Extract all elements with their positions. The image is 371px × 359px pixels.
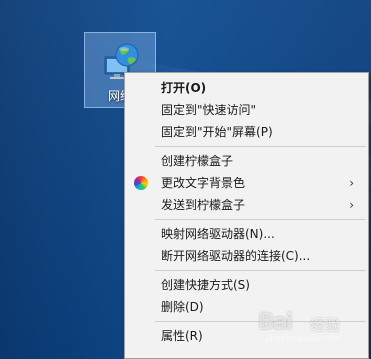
menu-item-pin-quick-access[interactable]: 固定到"快速访问" bbox=[125, 99, 368, 121]
menu-item-open[interactable]: 打开(O) bbox=[125, 77, 368, 99]
menu-item-pin-start[interactable]: 固定到"开始"屏幕(P) bbox=[125, 121, 368, 143]
menu-item-label: 更改文字背景色 bbox=[161, 176, 246, 190]
menu-item-label: 创建快捷方式(S) bbox=[161, 278, 250, 292]
menu-item-label: 固定到"开始"屏幕(P) bbox=[161, 125, 273, 139]
menu-item-map-network-drive[interactable]: 映射网络驱动器(N)... bbox=[125, 223, 368, 245]
menu-item-properties[interactable]: 属性(R) bbox=[125, 325, 368, 347]
menu-item-label: 删除(D) bbox=[161, 300, 204, 314]
menu-item-label: 映射网络驱动器(N)... bbox=[161, 227, 275, 241]
menu-item-send-to-lemon-box[interactable]: 发送到柠檬盒子 › bbox=[125, 194, 368, 216]
menu-item-label: 打开(O) bbox=[161, 81, 207, 95]
menu-separator bbox=[155, 321, 366, 322]
menu-item-create-shortcut[interactable]: 创建快捷方式(S) bbox=[125, 274, 368, 296]
color-wheel-icon bbox=[134, 176, 148, 190]
menu-item-delete[interactable]: 删除(D) bbox=[125, 296, 368, 318]
menu-item-label: 属性(R) bbox=[161, 329, 203, 343]
chevron-right-icon: › bbox=[349, 198, 354, 212]
context-menu: 打开(O) 固定到"快速访问" 固定到"开始"屏幕(P) 创建柠檬盒子 更改文字… bbox=[124, 72, 369, 359]
menu-item-label: 断开网络驱动器的连接(C)... bbox=[161, 249, 311, 263]
menu-item-change-text-background-color[interactable]: 更改文字背景色 › bbox=[125, 172, 368, 194]
menu-separator bbox=[155, 270, 366, 271]
menu-item-label: 发送到柠檬盒子 bbox=[161, 198, 246, 212]
menu-separator bbox=[155, 219, 366, 220]
menu-item-disconnect-network-drive[interactable]: 断开网络驱动器的连接(C)... bbox=[125, 245, 368, 267]
menu-separator bbox=[155, 146, 366, 147]
menu-item-create-lemon-box[interactable]: 创建柠檬盒子 bbox=[125, 150, 368, 172]
menu-item-label: 创建柠檬盒子 bbox=[161, 154, 234, 168]
chevron-right-icon: › bbox=[349, 176, 354, 190]
menu-item-label: 固定到"快速访问" bbox=[161, 103, 257, 117]
